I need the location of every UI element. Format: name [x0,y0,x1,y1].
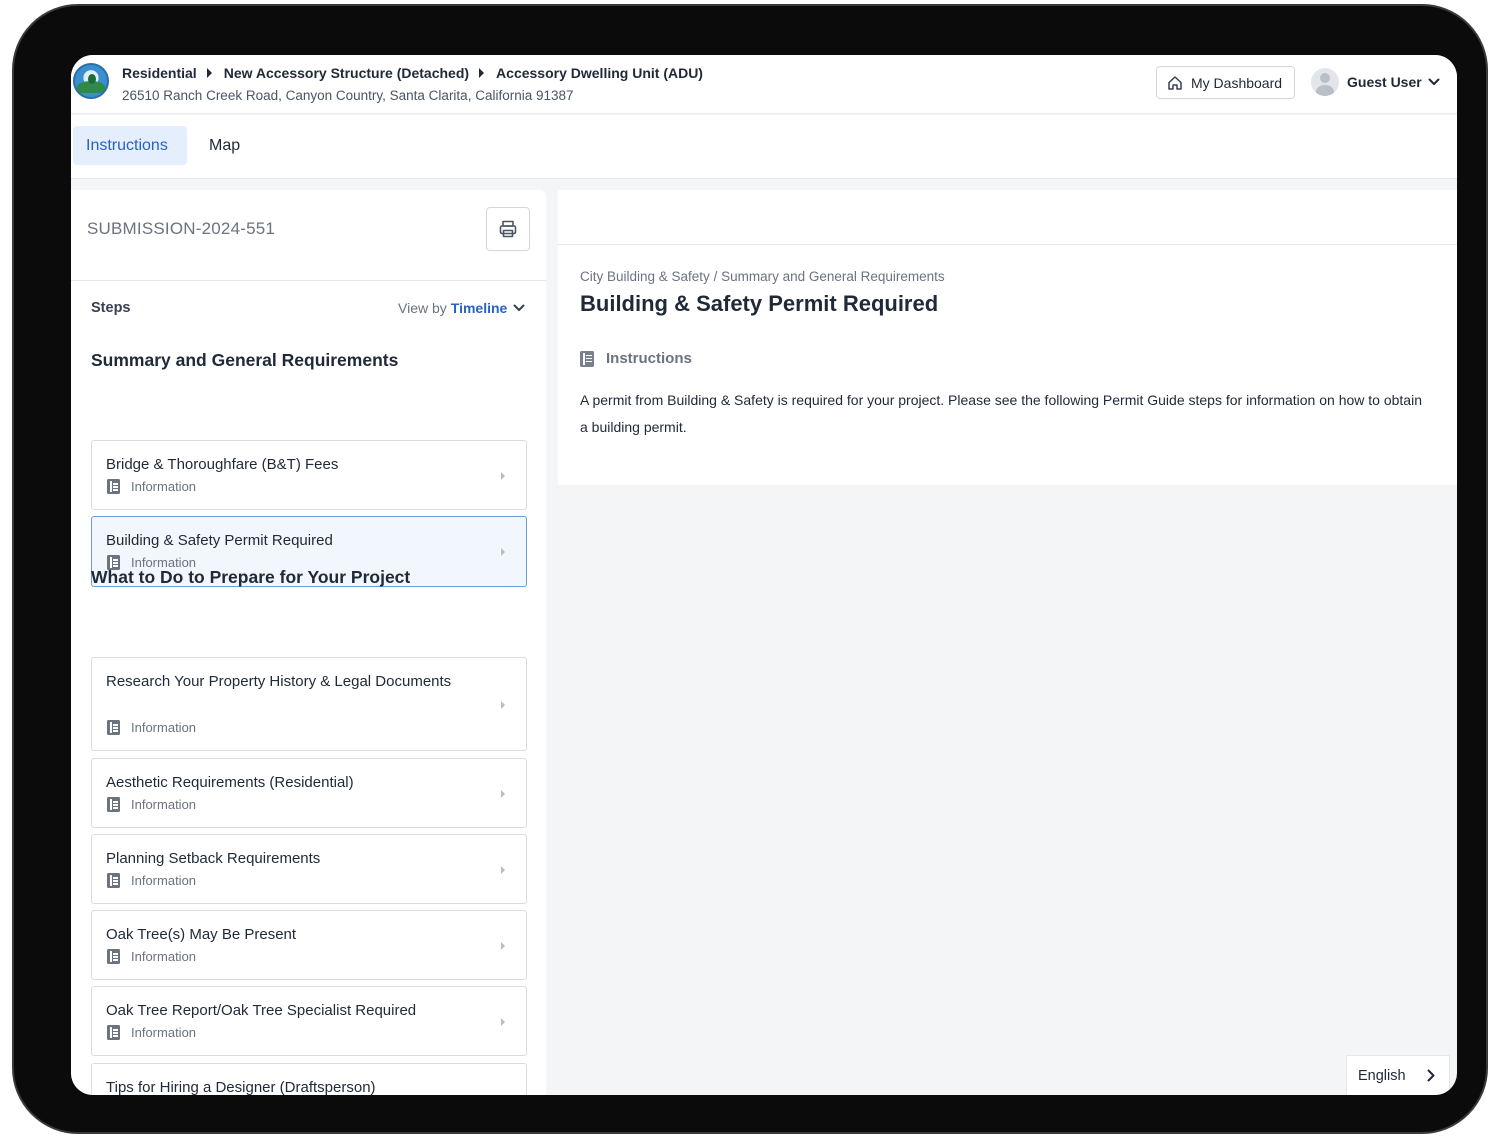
step-card[interactable]: Bridge & Thoroughfare (B&T) Fees Informa… [91,440,527,510]
step-card[interactable]: Tips for Hiring a Designer (Draftsperson… [91,1063,527,1095]
chevron-down-icon [513,304,525,311]
document-icon [107,720,120,735]
step-title: Oak Tree(s) May Be Present [106,926,297,943]
step-type-label: Information [131,949,197,964]
step-type: Information [107,720,196,735]
document-icon [107,479,120,494]
step-type-label: Information [131,479,197,494]
user-name: Guest User [1347,74,1422,90]
view-by-dropdown[interactable]: View by Timeline [398,300,525,316]
chevron-right-icon [501,790,505,798]
city-seal-logo[interactable] [73,63,109,99]
breadcrumb-caret-icon [479,68,485,78]
submission-id: SUBMISSION-2024-551 [87,219,276,238]
step-type: Information [107,797,196,812]
section-title-summary: Summary and General Requirements [91,350,399,370]
app-header: Residential New Accessory Structure (Det… [71,55,1457,114]
project-address: 26510 Ranch Creek Road, Canyon Country, … [122,88,574,103]
page-title: Building & Safety Permit Required [580,291,939,316]
step-card[interactable]: Aesthetic Requirements (Residential) Inf… [91,758,527,828]
chevron-right-icon [501,866,505,874]
step-type-label: Information [131,1025,197,1040]
step-card[interactable]: Planning Setback Requirements Informatio… [91,834,527,904]
printer-icon [499,220,517,238]
view-by-value: Timeline [450,300,508,316]
chevron-right-icon [501,548,505,556]
tab-bar: Instructions Map [71,115,1457,179]
step-title: Building & Safety Permit Required [106,532,333,549]
document-icon [580,350,594,367]
tab-map[interactable]: Map [196,126,253,165]
step-card[interactable]: Oak Tree Report/Oak Tree Specialist Requ… [91,986,527,1056]
detail-breadcrumb: City Building & Safety / Summary and Gen… [580,269,945,284]
instructions-body: A permit from Building & Safety is requi… [580,392,1422,435]
step-type-label: Information [131,873,197,888]
divider [558,244,1457,245]
step-title: Aesthetic Requirements (Residential) [106,774,354,791]
step-title: Planning Setback Requirements [106,850,321,867]
my-dashboard-button[interactable]: My Dashboard [1156,66,1295,99]
divider [71,280,546,281]
step-type: Information [107,949,196,964]
breadcrumb-adu[interactable]: Accessory Dwelling Unit (ADU) [496,65,703,81]
step-type: Information [107,1025,196,1040]
step-type-label: Information [131,797,197,812]
avatar [1311,68,1339,96]
home-icon [1168,75,1182,90]
chevron-right-icon [501,701,505,709]
step-type-label: Information [131,720,197,735]
section-title-prepare: What to Do to Prepare for Your Project [91,567,411,587]
view-by-label: View by [398,300,447,316]
tab-instructions[interactable]: Instructions [73,126,187,165]
user-menu[interactable]: Guest User [1311,67,1440,97]
chevron-right-icon [501,942,505,950]
print-button[interactable] [486,207,530,251]
document-icon [107,797,120,812]
step-type: Information [107,873,196,888]
step-title: Research Your Property History & Legal D… [106,673,452,690]
document-icon [107,1025,120,1040]
step-type: Information [107,479,196,494]
chevron-right-icon [1427,1069,1435,1082]
step-card[interactable]: Oak Tree(s) May Be Present Information [91,910,527,980]
tablet-frame: Residential New Accessory Structure (Det… [12,4,1488,1134]
breadcrumb-residential[interactable]: Residential [122,65,197,81]
step-card[interactable]: Research Your Property History & Legal D… [91,657,527,751]
breadcrumb-caret-icon [206,68,212,78]
step-title: Oak Tree Report/Oak Tree Specialist Requ… [106,1002,417,1019]
steps-label: Steps [91,300,131,316]
breadcrumb-new-accessory-structure[interactable]: New Accessory Structure (Detached) [224,65,469,81]
my-dashboard-label: My Dashboard [1191,74,1283,91]
breadcrumb: Residential New Accessory Structure (Det… [122,65,703,81]
screen: Residential New Accessory Structure (Det… [71,55,1457,1095]
step-title: Bridge & Thoroughfare (B&T) Fees [106,456,339,473]
chevron-down-icon [1428,78,1440,85]
step-detail-panel: City Building & Safety / Summary and Gen… [558,190,1457,485]
instructions-label: Instructions [606,350,692,367]
instructions-heading: Instructions [580,350,692,367]
document-icon [107,873,120,888]
language-selector[interactable]: English [1346,1055,1450,1095]
document-icon [107,949,120,964]
chevron-right-icon [501,472,505,480]
steps-panel: SUBMISSION-2024-551 Steps View by Timeli… [71,190,546,1095]
chevron-right-icon [501,1018,505,1026]
step-title: Tips for Hiring a Designer (Draftsperson… [106,1079,376,1095]
language-label: English [1358,1067,1406,1084]
